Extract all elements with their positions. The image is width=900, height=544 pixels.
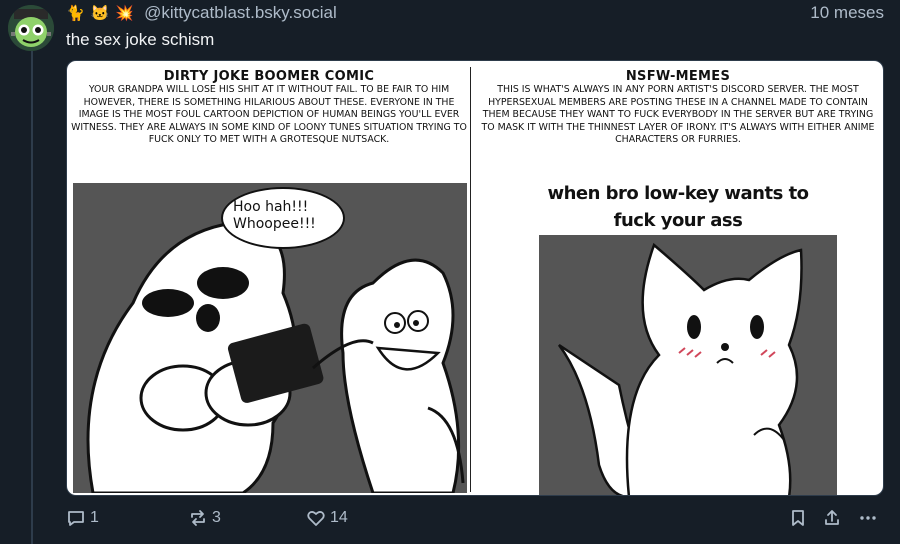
meme-caption-line-1: when bro low-key wants to [547, 183, 809, 204]
more-icon [860, 516, 876, 520]
furry-meme-drawing [539, 235, 837, 495]
reply-button[interactable]: 1 [66, 508, 99, 528]
furry-meme-panel [539, 235, 837, 495]
share-button[interactable] [822, 508, 842, 528]
like-count: 14 [330, 509, 348, 526]
avatar[interactable] [8, 5, 54, 51]
repost-count: 3 [212, 509, 221, 526]
post-header: 🐈 🐱 💥 @kittycatblast.bsky.social [66, 2, 337, 24]
speech-bubble-text: Hoo hah!!! Whoopee!!! [233, 199, 333, 233]
post-actions: 1 3 14 [66, 506, 884, 534]
post-timestamp[interactable]: 10 meses [810, 3, 884, 23]
author-handle[interactable]: @kittycatblast.bsky.social [144, 3, 337, 23]
like-button[interactable]: 14 [306, 508, 348, 528]
share-icon [825, 510, 839, 525]
reply-count: 1 [90, 509, 99, 526]
speech-line-2: Whoopee!!! [233, 216, 316, 232]
repost-button[interactable]: 3 [188, 508, 221, 528]
repost-icon [191, 510, 205, 526]
collision-emoji: 💥 [115, 4, 135, 22]
heart-icon [307, 510, 325, 526]
avatar-image [8, 5, 54, 51]
bookmark-icon [792, 510, 804, 526]
meme-right-body: THIS IS WHAT'S ALWAYS IN ANY PORN ARTIST… [481, 84, 875, 146]
meme-left-column: DIRTY JOKE BOOMER COMIC YOUR GRANDPA WIL… [67, 61, 471, 495]
bookmark-button[interactable] [788, 508, 808, 528]
thread-line [31, 50, 33, 544]
more-options-button[interactable] [858, 508, 878, 528]
meme-left-title: DIRTY JOKE BOOMER COMIC [163, 69, 375, 84]
meme-right-title: NSFW-MEMES [625, 69, 731, 84]
meme-left-body: YOUR GRANDPA WILL LOSE HIS SHIT AT IT WI… [71, 84, 467, 146]
boomer-comic-panel: Hoo hah!!! Whoopee!!! [73, 183, 467, 493]
meme-caption-line-2: fuck your ass [613, 210, 743, 231]
meme-right-column: NSFW-MEMES THIS IS WHAT'S ALWAYS IN ANY … [471, 61, 883, 495]
cat-emoji: 🐈 [66, 4, 85, 22]
post-text: the sex joke schism [66, 30, 215, 49]
reply-icon [68, 511, 84, 526]
speech-line-1: Hoo hah!!! [233, 199, 309, 215]
cat-face-emoji: 🐱 [90, 4, 110, 22]
post-image[interactable]: DIRTY JOKE BOOMER COMIC YOUR GRANDPA WIL… [66, 60, 884, 496]
